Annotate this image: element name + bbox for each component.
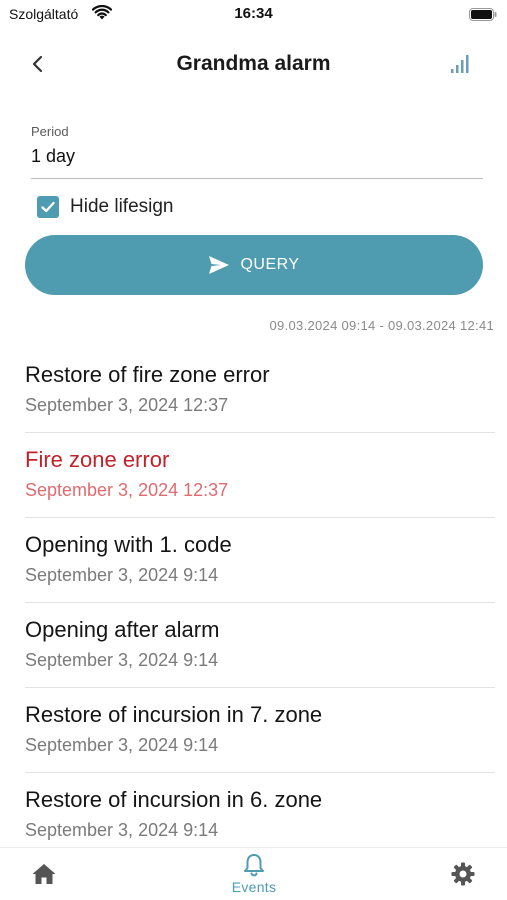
event-title: Opening with 1. code (25, 532, 232, 557)
event-title: Restore of fire zone error (25, 362, 270, 387)
event-time: September 3, 2024 9:14 (25, 650, 219, 670)
battery-icon (469, 8, 497, 21)
event-title: Restore of incursion in 6. zone (25, 787, 323, 812)
event-row[interactable]: Opening with 1. code September 3, 2024 9… (25, 518, 495, 603)
tab-events-label: Events (231, 879, 277, 895)
gear-icon (451, 862, 475, 886)
period-field[interactable]: Period 1 day (31, 122, 483, 179)
event-row[interactable]: Restore of fire zone error September 3, … (25, 348, 495, 433)
event-row[interactable]: Restore of incursion in 6. zone Septembe… (25, 773, 495, 848)
period-label: Period (31, 124, 69, 139)
event-title: Restore of incursion in 7. zone (25, 702, 323, 727)
tab-events[interactable]: Events (215, 848, 293, 900)
event-time: September 3, 2024 12:37 (25, 395, 229, 415)
events-list[interactable]: Restore of fire zone error September 3, … (0, 348, 507, 848)
send-icon (209, 256, 230, 274)
event-row[interactable]: Restore of incursion in 7. zone Septembe… (25, 688, 495, 773)
checkbox-checked-icon[interactable] (37, 196, 59, 218)
signal-bars-icon[interactable] (450, 54, 470, 74)
event-row[interactable]: Opening after alarm September 3, 2024 9:… (25, 603, 495, 688)
event-title: Fire zone error (25, 447, 170, 472)
query-button[interactable]: QUERY (25, 235, 483, 295)
hide-lifesign-checkbox[interactable]: Hide lifesign (37, 195, 174, 219)
event-time: September 3, 2024 9:14 (25, 565, 219, 585)
event-row-error[interactable]: Fire zone error September 3, 2024 12:37 (25, 433, 495, 518)
bell-icon (244, 854, 264, 877)
status-bar: Szolgáltató 16:34 (0, 0, 507, 30)
nav-bar: Grandma alarm (0, 40, 507, 90)
tab-home[interactable] (28, 848, 60, 900)
status-time: 16:34 (234, 5, 273, 22)
home-icon (32, 864, 56, 884)
query-label: QUERY (240, 256, 300, 273)
date-range: 09.03.2024 09:14 - 09.03.2024 12:41 (269, 318, 494, 333)
event-time: September 3, 2024 9:14 (25, 735, 219, 755)
hide-lifesign-label: Hide lifesign (70, 196, 174, 217)
tab-settings[interactable] (447, 848, 479, 900)
period-value: 1 day (31, 146, 76, 166)
tab-bar: Events (0, 847, 507, 900)
checkmark-icon (41, 201, 55, 213)
event-time: September 3, 2024 9:14 (25, 820, 219, 840)
event-title: Opening after alarm (25, 617, 220, 642)
page-title: Grandma alarm (176, 52, 331, 75)
event-time: September 3, 2024 12:37 (25, 480, 229, 500)
